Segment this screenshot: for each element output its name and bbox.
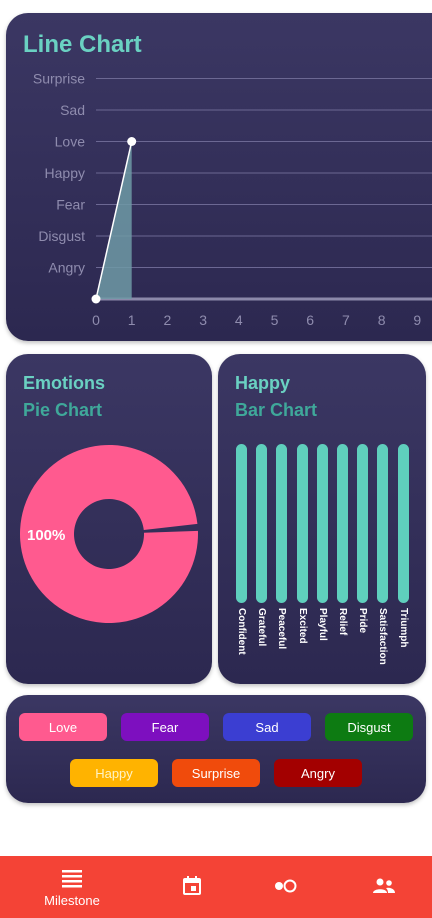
bar-category-label: Relief (337, 608, 348, 636)
legend-chip-angry[interactable]: Angry (274, 759, 362, 787)
bar-column: Confident (235, 442, 249, 674)
bar-category-label: Excited (296, 608, 308, 644)
data-point (91, 294, 101, 304)
bar (276, 444, 288, 603)
bar-chart-card: Happy Bar Chart Confident Grateful Peacefu… (218, 354, 426, 684)
nav-item-toggle[interactable] (264, 856, 308, 918)
x-tick-label: 8 (378, 312, 386, 328)
x-tick-label: 0 (92, 312, 100, 328)
bar-column: Peaceful (275, 442, 289, 674)
milestone-icon (62, 870, 82, 888)
bar (397, 444, 409, 603)
bar-category-label: Playful (316, 608, 328, 641)
toggle-icon (275, 879, 297, 893)
x-tick-label: 1 (128, 312, 136, 328)
bar (236, 444, 247, 603)
y-tick-label: Love (55, 134, 86, 150)
bar-column: Playful (316, 442, 330, 674)
bar-column: Grateful (255, 442, 269, 674)
x-tick-label: 2 (164, 312, 172, 328)
x-tick-label: 4 (235, 312, 243, 328)
legend-chip-love[interactable]: Love (19, 713, 107, 741)
legend-chip-fear[interactable]: Fear (121, 713, 209, 741)
bottom-navigation: Milestone (0, 856, 432, 918)
x-tick-label: 3 (199, 312, 207, 328)
bar-chart: Confident Grateful Peaceful Excited Playful R… (235, 442, 415, 674)
bar-category-label: Pride (357, 608, 369, 634)
legend-chip-label: Love (48, 719, 78, 735)
bar (296, 444, 308, 603)
legend-chip-label: Sad (255, 719, 279, 735)
bar (357, 444, 369, 603)
x-tick-label: 7 (342, 312, 350, 328)
legend-chip-sad[interactable]: Sad (223, 713, 311, 741)
bar-column: Satisfaction (376, 442, 390, 674)
y-tick-label: Fear (56, 197, 85, 213)
bar-category-label: Confident (236, 608, 247, 655)
bar-category-label: Peaceful (276, 608, 288, 650)
y-tick-label: Happy (45, 165, 85, 181)
bar (316, 444, 328, 603)
calendar-icon (183, 876, 201, 895)
legend-chip-disgust[interactable]: Disgust (325, 713, 413, 741)
data-point (127, 137, 137, 146)
line-chart-title: Line Chart (23, 31, 142, 58)
legend-chip-label: Surprise (191, 765, 241, 781)
y-tick-label: Surprise (33, 71, 85, 87)
bar-category-label: Satisfaction (377, 608, 389, 665)
legend-chip-label: Angry (301, 765, 335, 781)
y-tick-label: Sad (60, 102, 85, 118)
bar (337, 444, 348, 603)
line-chart-card: Angry Disgust Fear Happy Love Sad Surprise 0 1 2 3… (6, 13, 432, 341)
legend-chip-label: Happy (95, 765, 133, 781)
bar-category-label: Triumph (397, 608, 409, 648)
bar-column: Pride (356, 442, 370, 674)
bar-card-subtitle: Bar Chart (235, 400, 318, 420)
people-icon (373, 878, 395, 893)
nav-item-people[interactable] (362, 856, 406, 918)
pie-chart-card: Emotions Pie Chart 100% (6, 354, 212, 684)
emotion-legend-card: Love Fear Sad Disgust Happy Surprise Angry (6, 695, 426, 803)
x-tick-label: 6 (306, 312, 314, 328)
pie-chart (19, 444, 198, 623)
nav-label-milestone: Milestone (44, 893, 100, 908)
bar (377, 444, 389, 603)
bar-column: Excited (296, 442, 310, 674)
nav-item-milestone[interactable]: Milestone (30, 856, 114, 918)
bar-column: Triumph (397, 442, 411, 674)
bar (256, 444, 268, 603)
bar-card-title: Happy (235, 373, 291, 393)
legend-chip-label: Fear (151, 719, 179, 735)
bar-category-label: Grateful (256, 608, 268, 647)
x-tick-label: 5 (271, 312, 279, 328)
legend-chip-happy[interactable]: Happy (70, 759, 158, 787)
legend-chip-label: Disgust (347, 719, 391, 735)
y-tick-label: Disgust (38, 228, 85, 244)
legend-chip-surprise[interactable]: Surprise (172, 759, 260, 787)
x-tick-label: 9 (413, 312, 421, 328)
line-chart: Angry Disgust Fear Happy Love Sad Surprise 0 1 2 3… (33, 71, 432, 328)
pie-value-label: 100% (27, 527, 66, 544)
bar-column: Relief (336, 442, 350, 674)
y-tick-label: Angry (48, 260, 85, 276)
nav-item-calendar[interactable] (170, 856, 214, 918)
